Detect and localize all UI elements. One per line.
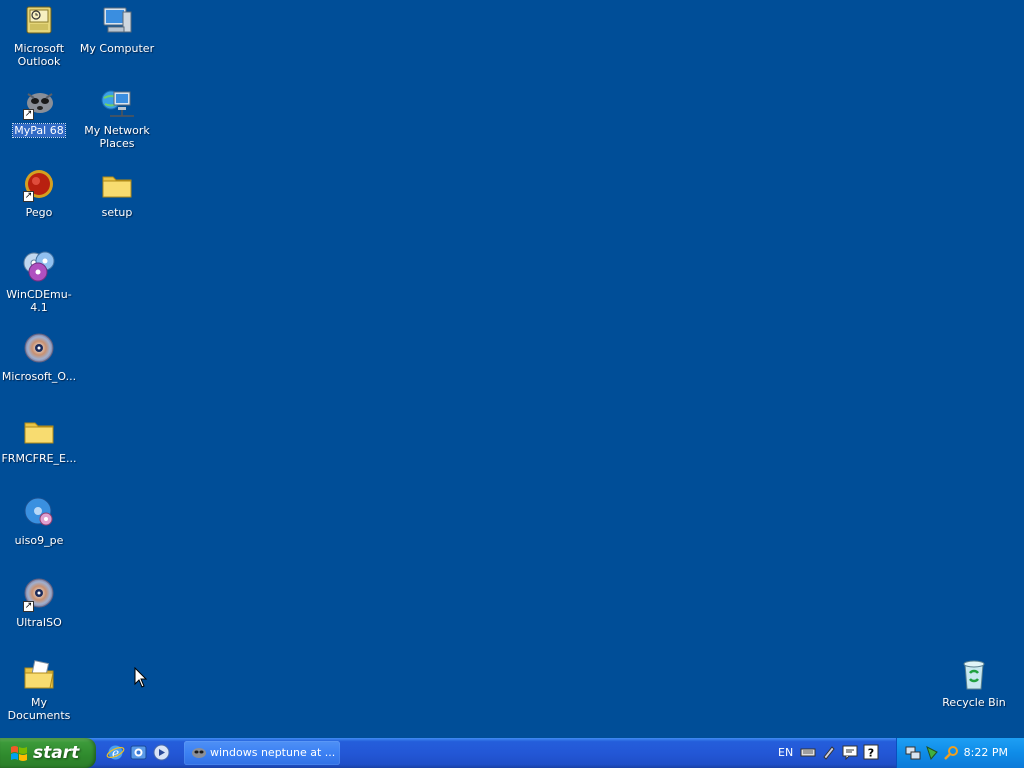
start-label: start	[33, 743, 80, 763]
svg-text:?: ?	[868, 747, 874, 760]
taskbar-window-label: windows neptune at ...	[210, 746, 336, 759]
desktop-icon-label: setup	[101, 206, 133, 219]
keyboard-icon[interactable]	[800, 744, 816, 760]
mypal-icon: ↗	[22, 86, 56, 120]
desktop-icon-microsoft-iso[interactable]: Microsoft_O...	[0, 332, 78, 383]
mouse-cursor-icon	[134, 667, 148, 688]
my-documents-icon	[22, 658, 56, 692]
network-connection-icon[interactable]	[905, 745, 921, 761]
desktop-icon-pego[interactable]: ↗ Pego	[0, 168, 78, 219]
system-tray: 8:22 PM	[896, 738, 1024, 768]
network-places-icon	[100, 86, 134, 120]
outlook-icon	[22, 4, 56, 38]
desktop-icon-microsoft-outlook[interactable]: Microsoft Outlook	[0, 4, 78, 68]
desktop-icon-wincdemu[interactable]: WinCDEmu-4.1	[0, 250, 78, 314]
safely-remove-hardware-icon[interactable]	[924, 745, 940, 761]
desktop-icon-label: Microsoft_O...	[1, 370, 77, 383]
desktop-icon-label: uiso9_pe	[14, 534, 64, 547]
desktop-icon-label: FRMCFRE_E...	[1, 452, 77, 465]
speech-icon[interactable]	[842, 744, 858, 760]
ultraiso-icon: ↗	[22, 578, 56, 612]
mypal-icon	[192, 748, 206, 758]
desktop-icon-label: UltraISO	[16, 616, 62, 629]
recycle-bin-icon	[957, 658, 991, 692]
desktop-icon-label: My Computer	[79, 42, 155, 55]
my-computer-icon	[100, 4, 134, 38]
shortcut-arrow-icon: ↗	[23, 109, 34, 120]
desktop-icon-frmcfre[interactable]: FRMCFRE_E...	[0, 414, 78, 465]
language-indicator[interactable]: EN	[778, 738, 793, 768]
clock[interactable]: 8:22 PM	[964, 738, 1008, 768]
desktop[interactable]: Microsoft Outlook My Computer ↗ MyPal 68…	[0, 0, 1024, 738]
help-icon[interactable]: ?	[863, 744, 879, 760]
desktop-icon-my-computer[interactable]: My Computer	[78, 4, 156, 55]
shortcut-arrow-icon: ↗	[23, 191, 34, 202]
quick-launch-bar: e	[106, 743, 171, 763]
shortcut-arrow-icon: ↗	[23, 601, 34, 612]
taskbar-window-button[interactable]: windows neptune at ...	[184, 741, 340, 765]
folder-icon	[100, 168, 134, 202]
language-bar-icons: ?	[800, 744, 879, 760]
desktop-icon-label: Recycle Bin	[942, 696, 1006, 709]
desktop-icon-setup[interactable]: setup	[78, 168, 156, 219]
internet-explorer-icon[interactable]: e	[106, 743, 125, 762]
desktop-icon-recycle-bin[interactable]: Recycle Bin	[935, 658, 1013, 709]
desktop-icon-label: WinCDEmu-4.1	[6, 288, 72, 314]
pego-icon: ↗	[22, 168, 56, 202]
desktop-icon-label: My Network Places	[84, 124, 150, 150]
desktop-icon-my-documents[interactable]: My Documents	[0, 658, 78, 722]
desktop-icon-my-network-places[interactable]: My Network Places	[78, 86, 156, 150]
windows-logo-icon	[11, 746, 27, 761]
tray-icons	[905, 745, 959, 761]
desktop-icon-label: My Documents	[7, 696, 71, 722]
wincdemu-icon	[22, 250, 56, 284]
taskbar: start e windows neptune at ... EN ? 8:22…	[0, 738, 1024, 768]
desktop-icon-label: MyPal 68	[12, 123, 66, 138]
folder-icon	[22, 414, 56, 448]
start-button[interactable]: start	[0, 738, 96, 768]
search-icon[interactable]	[943, 745, 959, 761]
desktop-icon-label: Pego	[25, 206, 53, 219]
desktop-icon-ultraiso[interactable]: ↗ UltraISO	[0, 578, 78, 629]
pen-icon[interactable]	[821, 744, 837, 760]
desktop-icon-mypal[interactable]: ↗ MyPal 68	[0, 86, 78, 138]
desktop-icon-uiso9-pe[interactable]: uiso9_pe	[0, 496, 78, 547]
media-player-icon[interactable]	[152, 743, 171, 762]
outlook-express-icon[interactable]	[129, 743, 148, 762]
desktop-icon-label: Microsoft Outlook	[13, 42, 65, 68]
uiso-installer-icon	[22, 496, 56, 530]
disc-image-icon	[22, 332, 56, 366]
